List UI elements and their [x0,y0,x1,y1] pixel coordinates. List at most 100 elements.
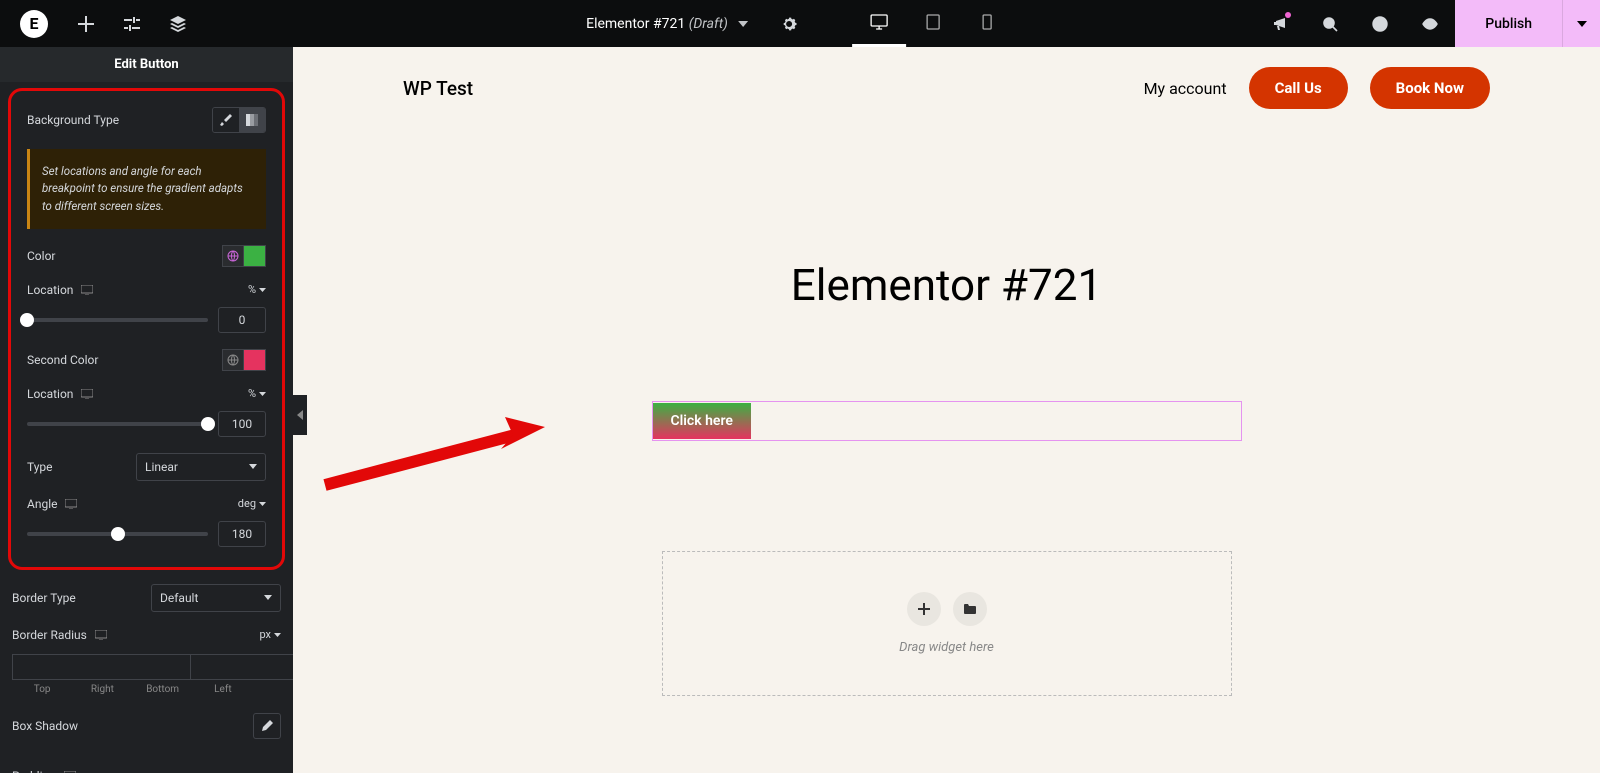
box-shadow-edit[interactable] [253,713,281,739]
help-icon [1372,16,1388,32]
plus-icon [918,603,930,615]
radius-top[interactable] [12,654,190,680]
publish-options[interactable] [1562,0,1600,47]
angle-row: Angle deg [15,489,278,519]
location2-row: Location % [15,379,278,409]
topbar: E Elementor #721 (Draft) [0,0,1600,47]
padding-row: Padding px [0,761,293,773]
angle-label: Angle [27,497,77,511]
device-tablet[interactable] [906,0,960,47]
color-swatch[interactable] [244,245,266,267]
topbar-left: E [0,0,201,47]
angle-slider[interactable] [27,532,208,536]
color-global-button[interactable] [222,245,244,267]
location2-label: Location [27,387,93,401]
globe-icon [227,250,239,262]
add-template-button[interactable] [953,592,987,626]
gradient-icon [246,114,258,126]
border-radius-inputs [0,650,293,684]
add-element-button[interactable] [63,0,109,47]
border-type-label: Border Type [12,591,76,605]
chevron-down-icon [1577,21,1587,27]
second-color-global-button[interactable] [222,349,244,371]
location2-unit[interactable]: % [248,387,266,400]
chevron-down-icon [259,502,266,506]
location1-slider[interactable] [27,318,208,322]
location1-label: Location [27,283,93,297]
chevron-down-icon [259,392,266,396]
chevron-down-icon [264,595,272,600]
second-color-swatch[interactable] [244,349,266,371]
site-settings-button[interactable] [109,0,155,47]
click-here-button[interactable]: Click here [653,403,751,439]
angle-unit[interactable]: deg [238,497,266,510]
topbar-center: Elementor #721 (Draft) [586,0,1014,47]
desktop-icon [81,285,93,295]
brush-icon [220,114,232,126]
elementor-logo[interactable]: E [20,10,48,38]
device-mobile[interactable] [960,0,1014,47]
nav-book-now[interactable]: Book Now [1370,67,1490,109]
color-label: Color [27,249,55,263]
type-select[interactable]: Linear [136,453,266,481]
site-header: WP Test My account Call Us Book Now [293,47,1600,129]
folder-icon [964,604,976,614]
type-row: Type Linear [15,445,278,489]
background-type-label: Background Type [27,113,119,127]
background-type-row: Background Type [15,99,278,141]
preview-button[interactable] [1405,0,1455,47]
bg-gradient-button[interactable] [239,108,265,132]
location1-unit[interactable]: % [248,283,266,296]
document-title[interactable]: Elementor #721 (Draft) [586,16,728,32]
device-tabs [852,0,1014,47]
chevron-left-icon [297,410,303,420]
drop-hint: Drag widget here [899,640,994,655]
radius-right[interactable] [190,654,293,680]
second-color-label: Second Color [27,353,98,367]
box-shadow-label: Box Shadow [12,719,78,733]
help-button[interactable] [1355,0,1405,47]
notifications-button[interactable] [1255,0,1305,47]
device-desktop[interactable] [852,0,906,47]
site-title[interactable]: WP Test [403,77,473,100]
mobile-icon [982,14,992,30]
page-heading: Elementor #721 [293,259,1600,311]
megaphone-icon [1272,16,1288,32]
border-type-select[interactable]: Default [151,584,281,612]
desktop-icon [95,630,107,640]
gradient-info: Set locations and angle for each breakpo… [27,149,266,229]
background-type-toggle [212,107,266,133]
bg-classic-button[interactable] [213,108,239,132]
dimension-labels: Top Right Bottom Left [0,684,293,695]
doc-dropdown[interactable] [738,21,748,27]
page-settings-button[interactable] [766,0,812,47]
padding-unit[interactable]: px [259,769,281,773]
nav-my-account[interactable]: My account [1144,79,1227,98]
location2-slider[interactable] [27,422,208,426]
desktop-icon [81,389,93,399]
button-widget-selected[interactable]: Click here [652,401,1242,441]
structure-button[interactable] [155,0,201,47]
nav-call-us[interactable]: Call Us [1249,67,1348,109]
angle-input[interactable] [218,521,266,547]
finder-button[interactable] [1305,0,1355,47]
topbar-right: Publish [1255,0,1600,47]
publish-button[interactable]: Publish [1455,0,1562,47]
padding-label: Padding [12,769,76,773]
gear-icon [781,16,797,32]
preview-canvas: WP Test My account Call Us Book Now Elem… [293,47,1600,773]
plus-icon [78,16,94,32]
location2-input[interactable] [218,411,266,437]
desktop-icon [65,499,77,509]
color-row: Color [15,237,278,275]
border-radius-unit[interactable]: px [259,628,281,641]
location1-input[interactable] [218,307,266,333]
search-icon [1322,16,1338,32]
panel-collapse-button[interactable] [293,395,307,435]
chevron-down-icon [274,633,281,637]
panel-header: Edit Button [0,47,293,82]
empty-section[interactable]: Drag widget here [662,551,1232,696]
add-widget-button[interactable] [907,592,941,626]
border-type-row: Border Type Default [0,576,293,620]
desktop-icon [870,14,888,30]
